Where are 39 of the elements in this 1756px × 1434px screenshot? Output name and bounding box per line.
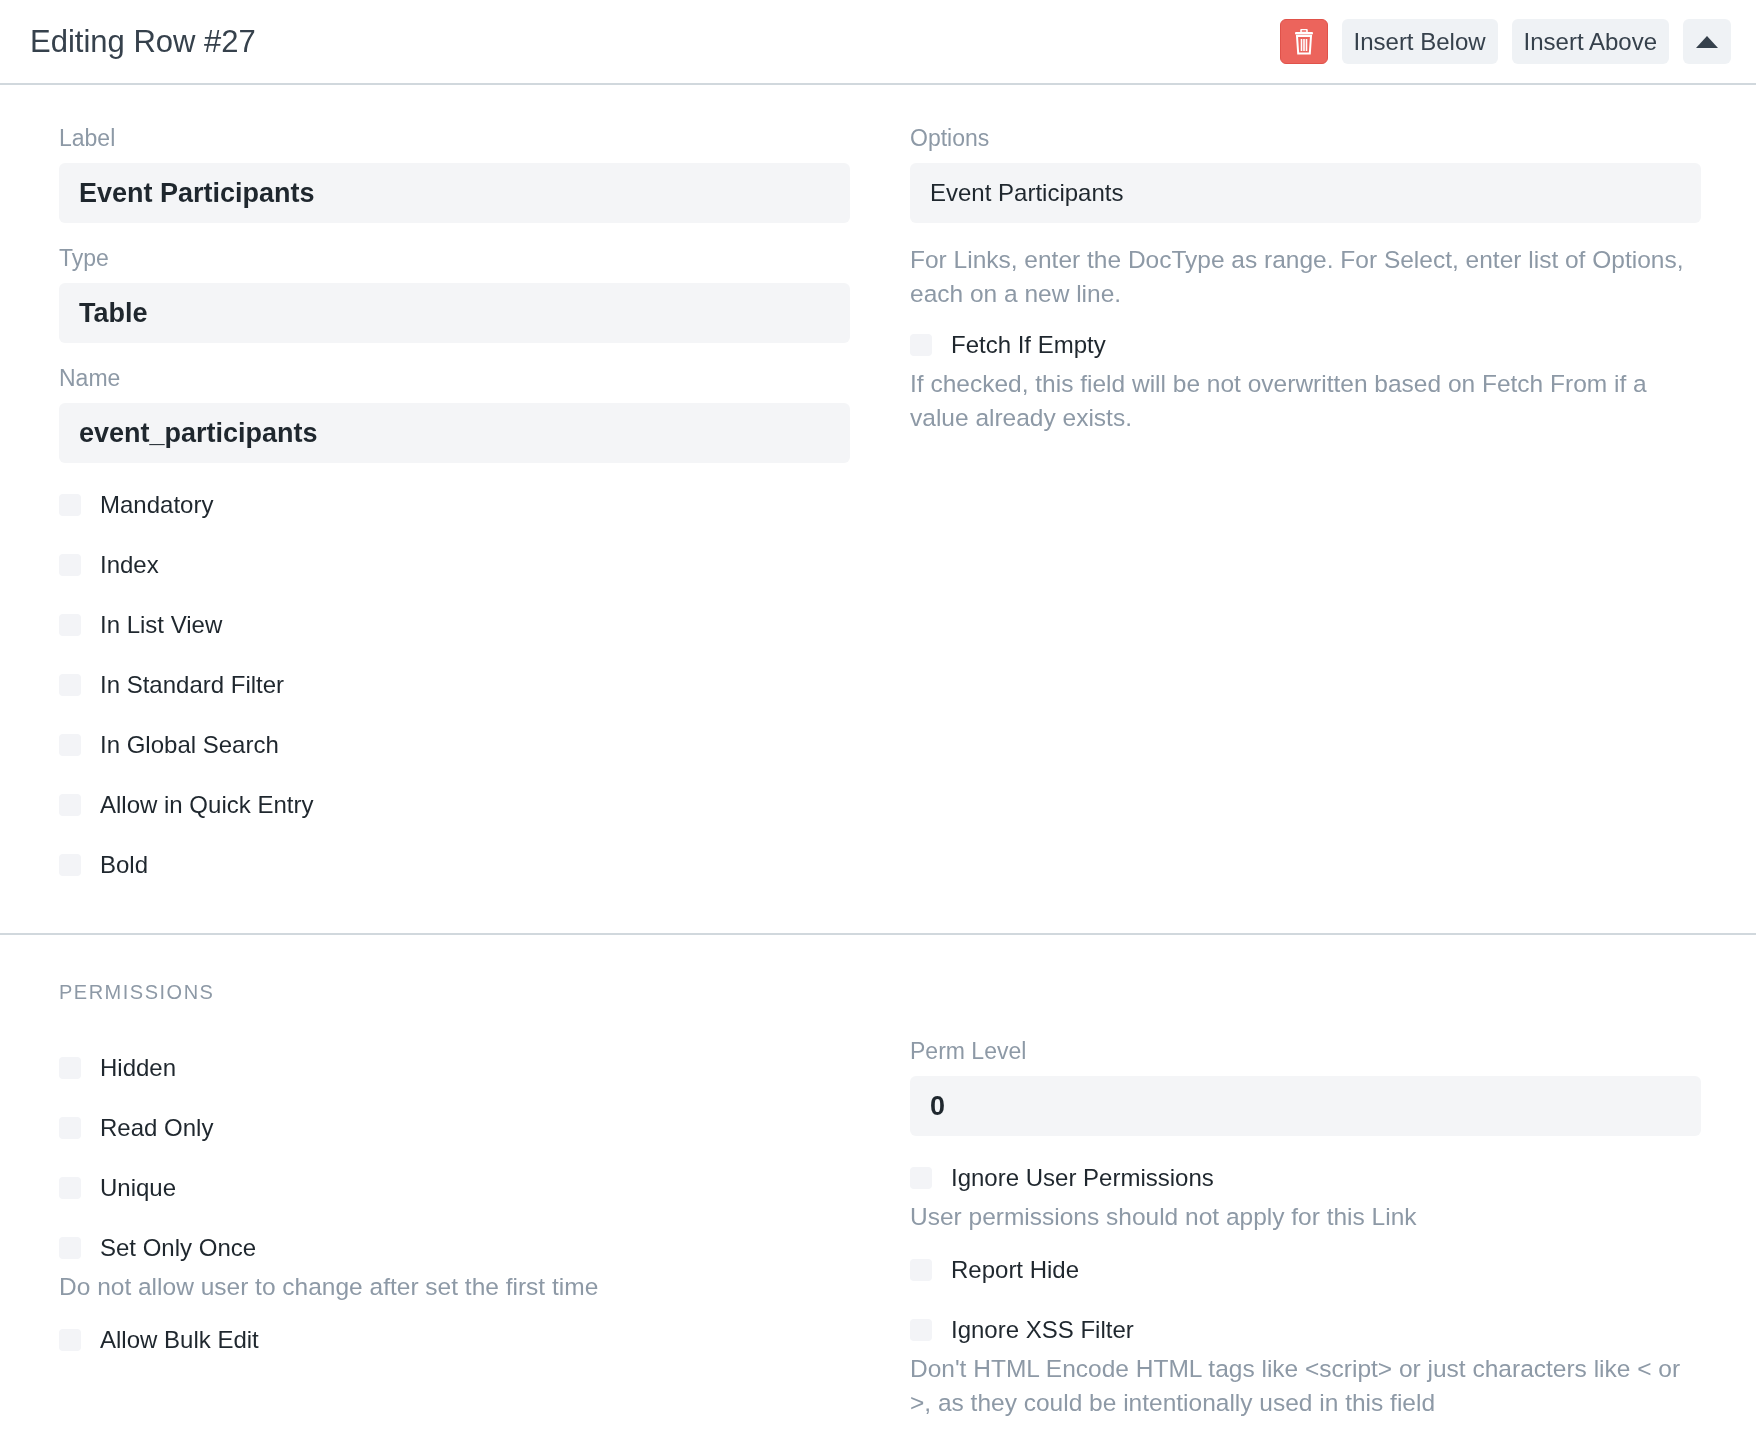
- field-label: Label: [59, 125, 117, 151]
- checkbox-label: Allow in Quick Entry: [100, 791, 314, 819]
- trash-icon: [1293, 28, 1314, 55]
- checkbox-label: Set Only Once: [100, 1234, 257, 1262]
- checkbox-label: In Global Search: [100, 731, 279, 759]
- help-text: Don't HTML Encode HTML tags like <script> or just characters like < or >, as they could be intentionally used in this field: [910, 1354, 1682, 1418]
- section-heading: PERMISSIONS: [59, 981, 216, 1004]
- checkbox-label: Report Hide: [951, 1256, 1080, 1284]
- checkbox-label: Fetch If Empty: [951, 331, 1106, 359]
- checkbox-label: Bold: [100, 851, 149, 879]
- input-field[interactable]: Table: [59, 283, 850, 343]
- delete-button[interactable]: [1279, 19, 1328, 64]
- checkbox-label: In Standard Filter: [100, 671, 285, 699]
- checkbox-label: Read Only: [100, 1114, 214, 1142]
- insert-button[interactable]: Insert Below: [1341, 19, 1498, 64]
- checkbox-label: Hidden: [100, 1054, 177, 1082]
- help-text: For Links, enter the DocType as range. For Select, enter list of Options, each on a new line.: [910, 245, 1685, 309]
- field-label: Type: [59, 245, 110, 271]
- checkbox-label: Allow Bulk Edit: [100, 1326, 259, 1354]
- checkbox-label: Unique: [100, 1174, 177, 1202]
- checkbox-label: Mandatory: [100, 491, 214, 519]
- field-label: Options: [910, 125, 991, 151]
- collapse-button[interactable]: [1683, 19, 1731, 64]
- checkbox-label: Index: [100, 551, 159, 579]
- help-text: Do not allow user to change after set the first time: [59, 1272, 600, 1302]
- input-field[interactable]: 0: [910, 1076, 1701, 1136]
- field-label: Name: [59, 365, 122, 391]
- input-field[interactable]: event_participants: [59, 403, 850, 463]
- input-field[interactable]: Event Participants: [910, 163, 1701, 223]
- checkbox-label: In List View: [100, 611, 223, 639]
- insert-button[interactable]: Insert Above: [1511, 19, 1669, 64]
- checkbox-label: Ignore XSS Filter: [951, 1316, 1134, 1344]
- checkbox-label: Ignore User Permissions: [951, 1164, 1214, 1192]
- row-title: Editing Row #27: [30, 23, 256, 60]
- input-field[interactable]: Event Participants: [59, 163, 850, 223]
- field-label: Perm Level: [910, 1038, 1028, 1064]
- caret-icon: [1696, 35, 1718, 48]
- help-text: User permissions should not apply for this Link: [910, 1202, 1418, 1232]
- help-text: If checked, this field will be not overwritten based on Fetch From if a value already exists.: [910, 369, 1648, 433]
